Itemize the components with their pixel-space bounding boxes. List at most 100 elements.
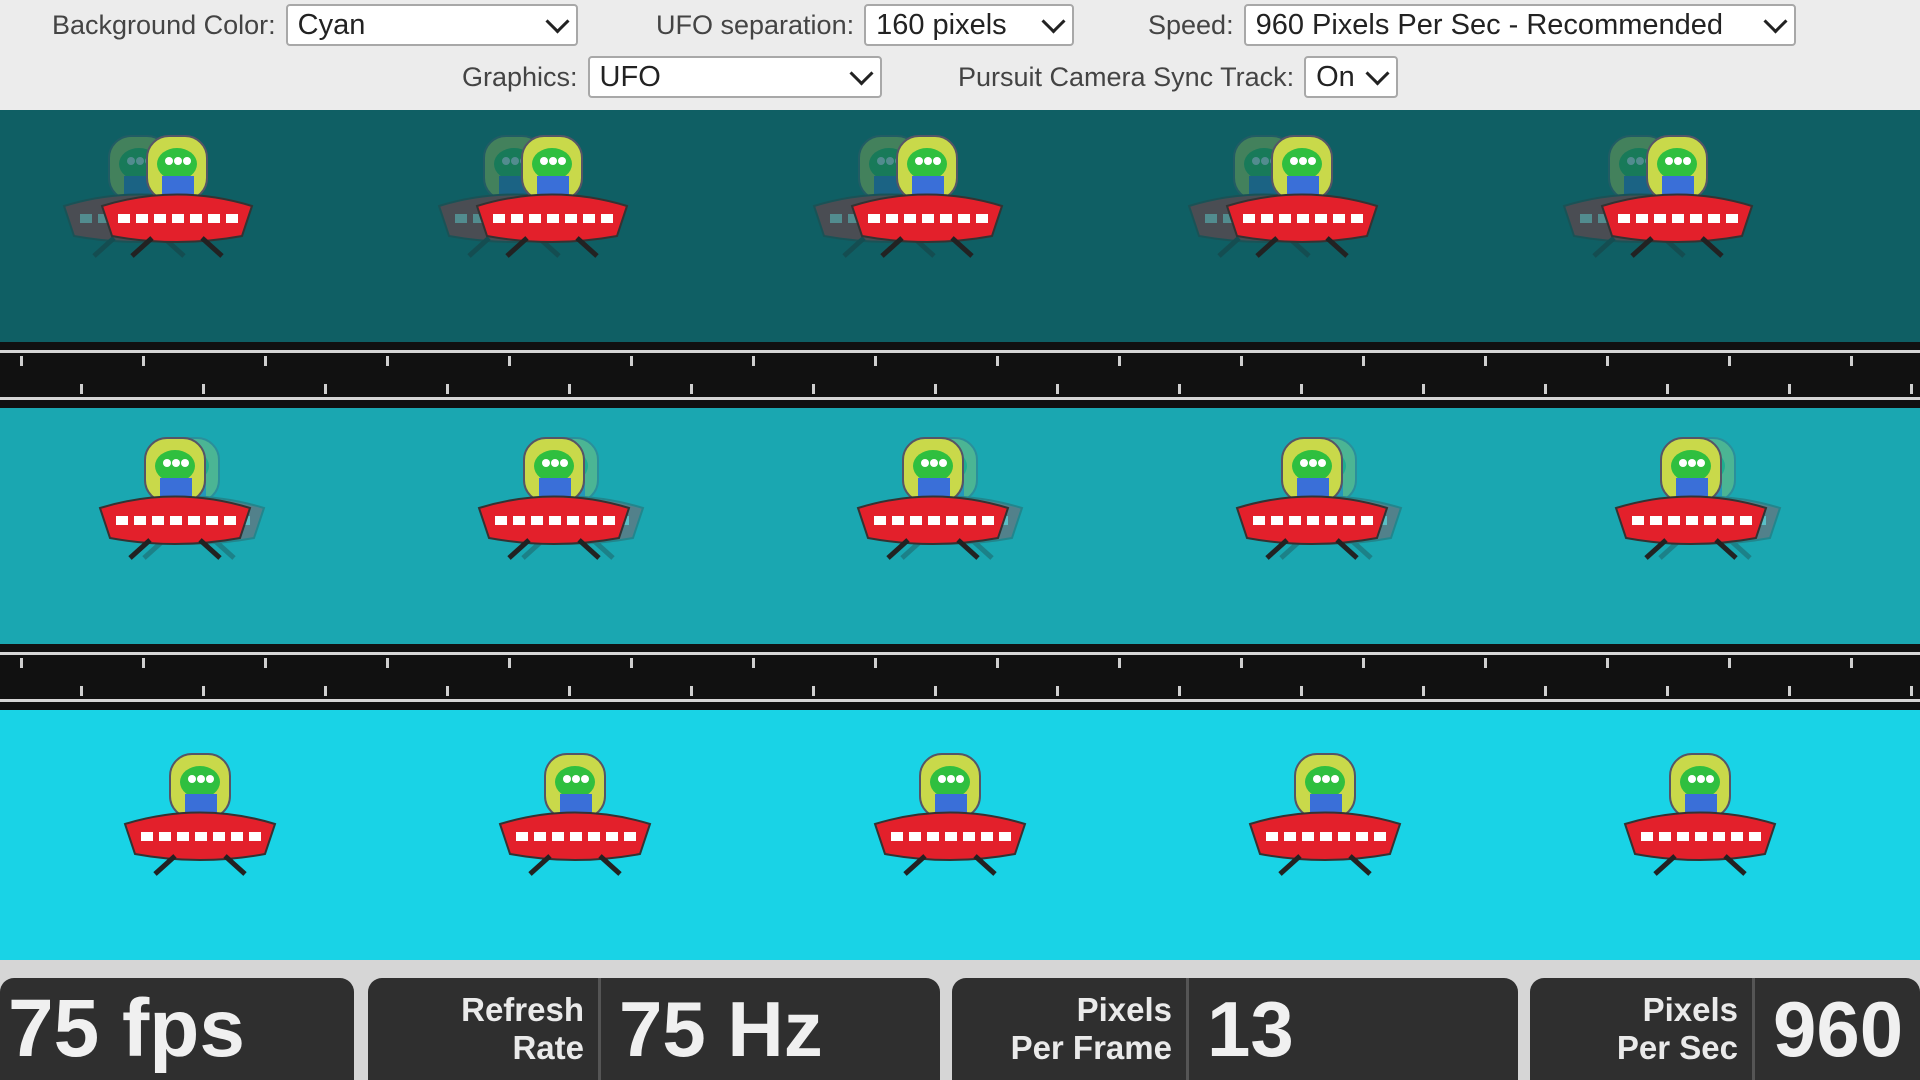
ufo xyxy=(477,437,645,560)
ruler-tick xyxy=(752,658,755,668)
pursuit-camera-select[interactable]: On xyxy=(1304,56,1399,98)
ruler-tick xyxy=(508,658,511,668)
ufo-sprite xyxy=(477,437,631,560)
ppf-label-line-2: Per Frame xyxy=(1010,1029,1172,1066)
speed-label: Speed: xyxy=(1148,9,1234,40)
background-color-control: Background Color: Cyan xyxy=(52,4,578,46)
ufo xyxy=(873,753,1027,876)
ufo xyxy=(856,437,1024,560)
ruler-tick xyxy=(1728,658,1731,668)
ruler-tick xyxy=(1666,384,1669,394)
ruler-tick xyxy=(1910,384,1913,394)
pursuit-camera-control: Pursuit Camera Sync Track: On xyxy=(958,56,1399,98)
ufo xyxy=(437,135,629,258)
ufo xyxy=(1562,135,1754,258)
ruler-tick xyxy=(1544,686,1547,696)
ruler-tick xyxy=(1666,686,1669,696)
ruler-tick xyxy=(508,356,511,366)
ruler-tick xyxy=(1850,658,1853,668)
pixels-per-sec-panel: Pixels Per Sec 960 xyxy=(1530,978,1920,1080)
ruler-tick xyxy=(1240,658,1243,668)
ruler-tick xyxy=(1300,686,1303,696)
ufo-separation-select[interactable]: 160 pixels xyxy=(864,4,1075,46)
ruler-tick xyxy=(324,686,327,696)
ruler-tick xyxy=(996,658,999,668)
pixels-per-frame-panel: Pixels Per Frame 13 xyxy=(952,978,1518,1080)
ufo-lane-canvas xyxy=(98,437,1782,560)
sync-track-ruler-bottom xyxy=(0,644,1920,710)
speed-select[interactable]: 960 Pixels Per Sec - Recommended xyxy=(1243,4,1796,46)
ufo-sprite xyxy=(1235,437,1389,560)
refresh-rate-label: Refresh Rate xyxy=(368,978,601,1080)
ruler-tick xyxy=(1300,384,1303,394)
controls-bar: Background Color: Cyan UFO separation: 1… xyxy=(0,0,1920,110)
ruler-tick xyxy=(934,384,937,394)
stats-bar: 75 fps Refresh Rate 75 Hz Pixels Per Fra… xyxy=(0,960,1920,1080)
ruler-tick xyxy=(142,356,145,366)
graphics-select[interactable]: UFO xyxy=(587,56,882,98)
ufo-sprite xyxy=(873,753,1027,876)
ruler-tick xyxy=(446,384,449,394)
ufo xyxy=(1248,753,1402,876)
ufo-lane-canvas xyxy=(123,753,1777,876)
refresh-label-line-1: Refresh xyxy=(461,991,584,1029)
ruler-tick xyxy=(1910,686,1913,696)
ufo-lane-bright xyxy=(0,710,1920,960)
ruler-tick xyxy=(202,686,205,696)
ruler-tick xyxy=(446,686,449,696)
graphics-value: UFO xyxy=(599,60,661,93)
ufo xyxy=(1623,753,1777,876)
ruler-tick xyxy=(1056,686,1059,696)
chevron-down-icon xyxy=(1763,8,1788,34)
ruler-rail xyxy=(0,652,1920,655)
ufo-lane-canvas xyxy=(62,135,1754,258)
chevron-down-icon xyxy=(1365,60,1390,86)
ufo-separation-value: 160 pixels xyxy=(876,8,1007,41)
ruler-tick xyxy=(690,686,693,696)
ufo xyxy=(98,437,266,560)
chevron-down-icon xyxy=(849,60,874,86)
ufo xyxy=(1235,437,1403,560)
ruler-tick xyxy=(630,658,633,668)
ruler-tick xyxy=(812,686,815,696)
ruler-tick xyxy=(752,356,755,366)
ufo xyxy=(1614,437,1782,560)
ufo-sprite xyxy=(123,753,277,876)
ruler-tick xyxy=(812,384,815,394)
pps-label-line-2: Per Sec xyxy=(1616,1029,1738,1066)
ruler-tick xyxy=(1484,658,1487,668)
ruler-tick xyxy=(1178,384,1181,394)
ruler-rail xyxy=(0,397,1920,400)
ufo-sprite xyxy=(98,437,252,560)
ruler-tick xyxy=(690,384,693,394)
ruler-tick xyxy=(386,658,389,668)
ruler-tick xyxy=(934,686,937,696)
chevron-down-icon xyxy=(545,8,570,34)
pixels-per-frame-value: 13 xyxy=(1207,984,1294,1073)
ufo-separation-control: UFO separation: 160 pixels xyxy=(656,4,1075,46)
ruler-tick xyxy=(202,384,205,394)
ruler-tick xyxy=(1422,384,1425,394)
ruler-tick xyxy=(386,356,389,366)
ruler-tick xyxy=(1118,356,1121,366)
ruler-tick xyxy=(80,686,83,696)
pixels-per-frame-label: Pixels Per Frame xyxy=(952,978,1189,1080)
fps-value: 75 fps xyxy=(8,983,245,1074)
ufo xyxy=(62,135,254,258)
ufo xyxy=(123,753,277,876)
ruler-tick xyxy=(1544,384,1547,394)
ruler-tick xyxy=(1056,384,1059,394)
background-color-label: Background Color: xyxy=(52,9,276,40)
chevron-down-icon xyxy=(1041,8,1066,34)
ruler-rail xyxy=(0,350,1920,353)
ufo-sprite xyxy=(498,753,652,876)
ruler-tick xyxy=(1850,356,1853,366)
pixels-per-sec-value: 960 xyxy=(1773,984,1904,1073)
graphics-control: Graphics: UFO xyxy=(462,56,882,98)
ruler-tick xyxy=(874,356,877,366)
ruler-tick xyxy=(996,356,999,366)
ruler-tick xyxy=(20,356,23,366)
ruler-tick xyxy=(1178,686,1181,696)
pursuit-camera-label: Pursuit Camera Sync Track: xyxy=(958,61,1295,92)
background-color-select[interactable]: Cyan xyxy=(285,4,578,46)
